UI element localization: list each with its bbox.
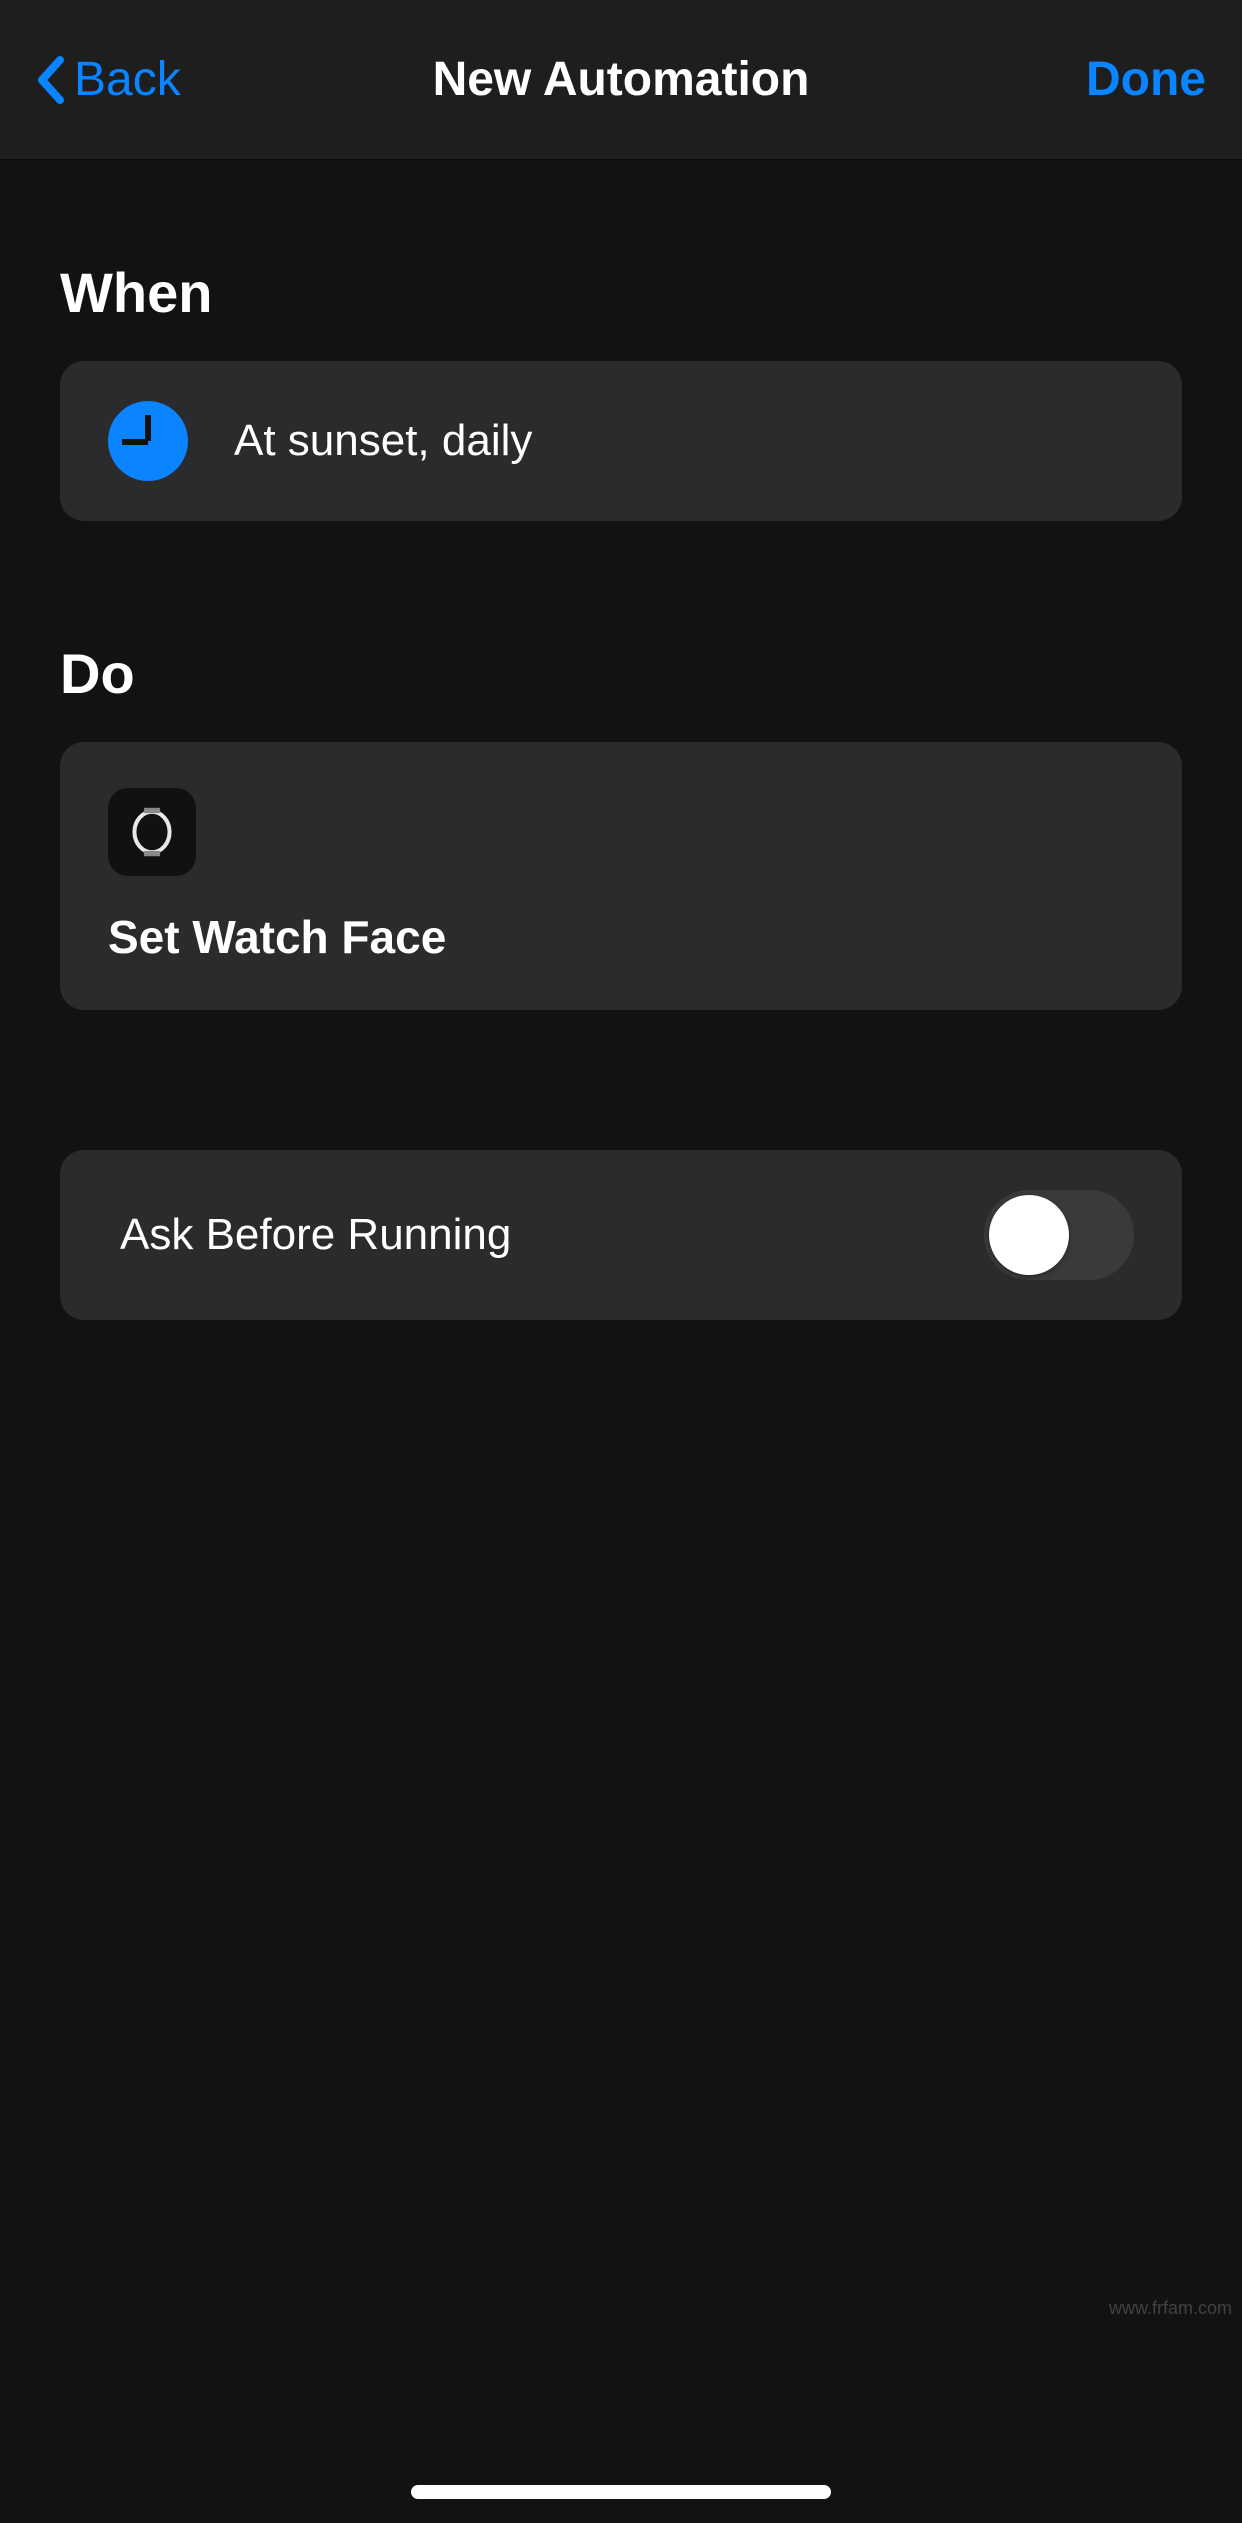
watch-icon xyxy=(125,805,179,859)
done-button[interactable]: Done xyxy=(1086,52,1206,107)
navigation-bar: Back New Automation Done xyxy=(0,0,1242,160)
settings-section: Ask Before Running xyxy=(60,1150,1182,1320)
back-label: Back xyxy=(74,52,181,107)
chevron-left-icon xyxy=(36,56,64,104)
back-button[interactable]: Back xyxy=(36,52,181,107)
when-section-header: When xyxy=(60,260,1182,325)
action-title: Set Watch Face xyxy=(108,910,1134,964)
ask-before-running-toggle[interactable] xyxy=(984,1190,1134,1280)
clock-icon xyxy=(108,401,188,481)
do-section-header: Do xyxy=(60,641,1182,706)
do-action-card[interactable]: Set Watch Face xyxy=(60,742,1182,1010)
watermark-text: www.frfam.com xyxy=(1109,2298,1232,2319)
page-title: New Automation xyxy=(433,52,810,107)
watch-app-icon xyxy=(108,788,196,876)
ask-before-running-label: Ask Before Running xyxy=(120,1210,511,1260)
when-trigger-row[interactable]: At sunset, daily xyxy=(60,361,1182,521)
ask-before-running-row[interactable]: Ask Before Running xyxy=(60,1150,1182,1320)
content-area: When At sunset, daily Do Set Watch Face … xyxy=(0,160,1242,1320)
trigger-label: At sunset, daily xyxy=(234,416,532,466)
toggle-knob xyxy=(989,1195,1069,1275)
home-indicator[interactable] xyxy=(411,2485,831,2499)
